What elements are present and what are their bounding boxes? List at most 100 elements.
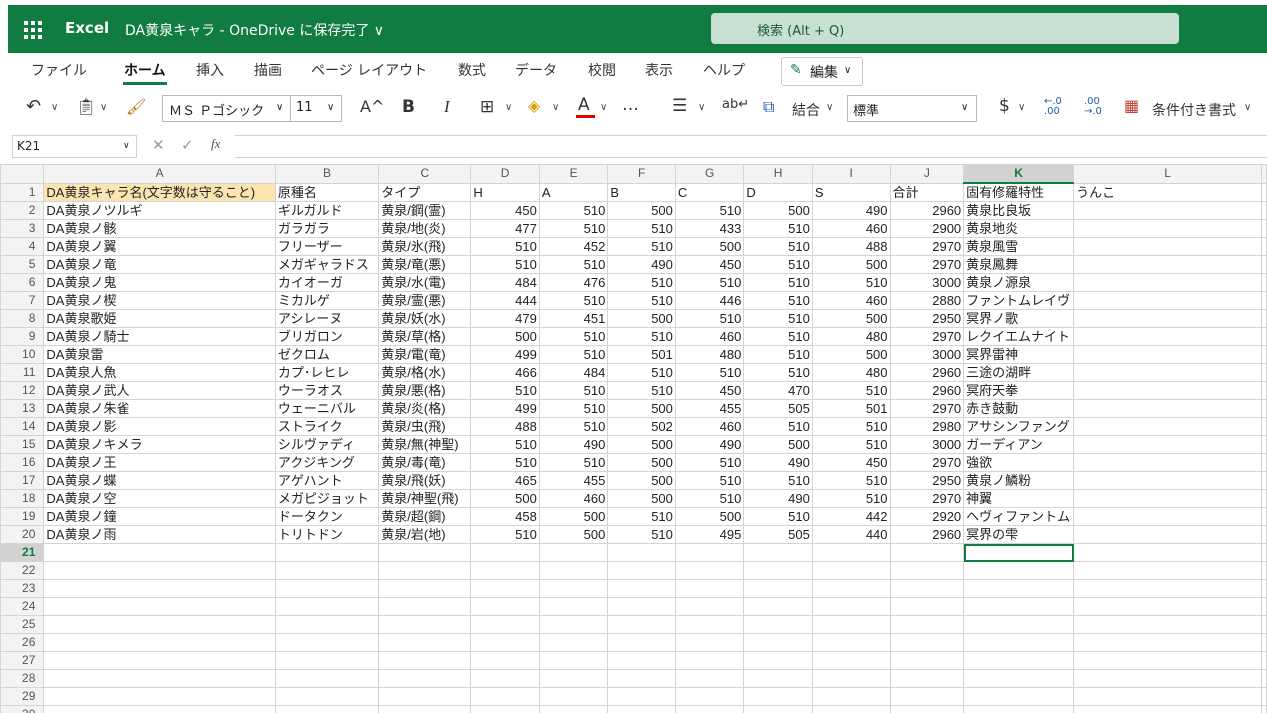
- cell-x20[interactable]: [1261, 525, 1267, 544]
- cell-x25[interactable]: [1261, 615, 1267, 634]
- cell-f24[interactable]: [607, 597, 676, 616]
- cell-a15[interactable]: DA黄泉ノキメラ: [43, 435, 276, 454]
- cell-d25[interactable]: [470, 615, 540, 634]
- cell-x19[interactable]: [1261, 507, 1267, 526]
- cell-i11[interactable]: 480: [811, 363, 891, 382]
- merge-label[interactable]: 結合: [792, 100, 820, 120]
- cell-k9[interactable]: レクイエムナイト: [963, 327, 1075, 346]
- cell-c20[interactable]: 黄泉/岩(地): [378, 525, 472, 544]
- tab-data[interactable]: データ: [515, 60, 557, 80]
- cell-i2[interactable]: 490: [811, 201, 891, 220]
- cell-h5[interactable]: 510: [743, 255, 813, 274]
- cell-b19[interactable]: ドータクン: [274, 507, 380, 526]
- cell-d23[interactable]: [470, 579, 540, 598]
- cell-k4[interactable]: 黄泉風雪: [963, 237, 1075, 256]
- row-header[interactable]: 17: [0, 471, 45, 490]
- cell-d27[interactable]: [470, 651, 540, 670]
- cell-k1[interactable]: 固有修羅特性: [963, 182, 1075, 202]
- cell-l26[interactable]: [1073, 633, 1262, 652]
- cell-i15[interactable]: 510: [811, 435, 891, 454]
- select-all-corner[interactable]: [0, 164, 45, 184]
- cell-c10[interactable]: 黄泉/電(竜): [378, 345, 472, 364]
- row-header[interactable]: 27: [0, 651, 45, 670]
- cell-e20[interactable]: 500: [538, 525, 609, 544]
- cell-c18[interactable]: 黄泉/神聖(飛): [378, 489, 472, 508]
- cell-i10[interactable]: 500: [811, 345, 891, 364]
- cell-i5[interactable]: 500: [811, 255, 891, 274]
- cell-h26[interactable]: [743, 633, 813, 652]
- cell-c17[interactable]: 黄泉/飛(妖): [378, 471, 472, 490]
- row-header[interactable]: 18: [0, 489, 45, 508]
- cell-j10[interactable]: 3000: [889, 345, 965, 364]
- cell-e29[interactable]: [538, 687, 609, 706]
- cell-f28[interactable]: [607, 669, 676, 688]
- cell-l18[interactable]: [1073, 489, 1262, 508]
- cell-j19[interactable]: 2920: [889, 507, 965, 526]
- row-header[interactable]: 5: [0, 255, 45, 274]
- cell-b17[interactable]: アゲハント: [274, 471, 380, 490]
- cell-l3[interactable]: [1073, 219, 1262, 238]
- cell-a6[interactable]: DA黄泉ノ鬼: [43, 273, 276, 292]
- cell-x7[interactable]: [1261, 291, 1267, 310]
- document-title[interactable]: DA黄泉キャラ - OneDrive に保存完了 ∨: [125, 20, 384, 40]
- function-icon[interactable]: fx: [211, 136, 220, 152]
- cell-c29[interactable]: [378, 687, 472, 706]
- cell-j14[interactable]: 2980: [889, 417, 965, 436]
- cell-k25[interactable]: [963, 615, 1075, 634]
- borders-icon[interactable]: ⊞: [480, 97, 494, 117]
- cell-x26[interactable]: [1261, 633, 1267, 652]
- cell-h16[interactable]: 490: [743, 453, 813, 472]
- row-header[interactable]: 14: [0, 417, 45, 436]
- cell-g7[interactable]: 446: [674, 291, 745, 310]
- cell-e11[interactable]: 484: [538, 363, 609, 382]
- cell-j7[interactable]: 2880: [889, 291, 965, 310]
- font-color-icon[interactable]: A: [578, 95, 590, 115]
- undo-dropdown-icon[interactable]: ∨: [51, 102, 58, 113]
- cell-a3[interactable]: DA黄泉ノ骸: [43, 219, 276, 238]
- cell-e6[interactable]: 476: [538, 273, 609, 292]
- cell-j27[interactable]: [889, 651, 965, 670]
- column-header-g[interactable]: G: [674, 164, 745, 184]
- row-header[interactable]: 22: [0, 561, 45, 580]
- cell-d26[interactable]: [470, 633, 540, 652]
- cell-k24[interactable]: [963, 597, 1075, 616]
- fill-dropdown-icon[interactable]: ∨: [552, 102, 559, 113]
- currency-dropdown-icon[interactable]: ∨: [1018, 102, 1025, 113]
- cell-b24[interactable]: [274, 597, 380, 616]
- cell-d17[interactable]: 465: [470, 471, 540, 490]
- row-header[interactable]: 6: [0, 273, 45, 292]
- cell-x24[interactable]: [1261, 597, 1267, 616]
- row-header[interactable]: 2: [0, 201, 45, 220]
- cell-b12[interactable]: ウーラオス: [274, 381, 380, 400]
- cell-k3[interactable]: 黄泉地炎: [963, 219, 1075, 238]
- cell-e7[interactable]: 510: [538, 291, 609, 310]
- cell-x8[interactable]: [1261, 309, 1267, 328]
- cell-h15[interactable]: 500: [743, 435, 813, 454]
- cell-x17[interactable]: [1261, 471, 1267, 490]
- cell-b6[interactable]: カイオーガ: [274, 273, 380, 292]
- decrease-decimal-icon[interactable]: ←.0.00: [1044, 97, 1062, 117]
- tab-review[interactable]: 校閲: [588, 60, 616, 80]
- cell-j26[interactable]: [889, 633, 965, 652]
- cell-h22[interactable]: [743, 561, 813, 580]
- cell-k28[interactable]: [963, 669, 1075, 688]
- cell-d15[interactable]: 510: [470, 435, 540, 454]
- cell-a4[interactable]: DA黄泉ノ翼: [43, 237, 276, 256]
- row-header[interactable]: 23: [0, 579, 45, 598]
- cell-l23[interactable]: [1073, 579, 1262, 598]
- cell-l17[interactable]: [1073, 471, 1262, 490]
- more-options-icon[interactable]: …: [622, 95, 639, 115]
- cell-i21[interactable]: [811, 543, 891, 562]
- cell-g25[interactable]: [674, 615, 745, 634]
- cell-l11[interactable]: [1073, 363, 1262, 382]
- row-header[interactable]: 13: [0, 399, 45, 418]
- cell-j4[interactable]: 2970: [889, 237, 965, 256]
- cell-h20[interactable]: 505: [743, 525, 813, 544]
- cell-l10[interactable]: [1073, 345, 1262, 364]
- cell-h4[interactable]: 510: [743, 237, 813, 256]
- cell-i14[interactable]: 510: [811, 417, 891, 436]
- cell-k16[interactable]: 強欲: [963, 453, 1075, 472]
- cell-l7[interactable]: [1073, 291, 1262, 310]
- cell-f22[interactable]: [607, 561, 676, 580]
- cell-c14[interactable]: 黄泉/虫(飛): [378, 417, 472, 436]
